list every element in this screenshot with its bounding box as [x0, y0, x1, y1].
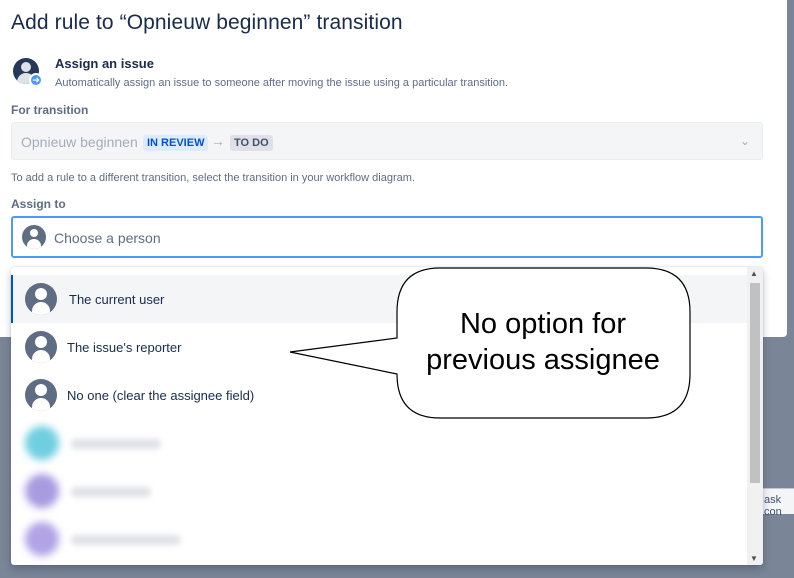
option-blurred-user[interactable]	[11, 515, 747, 563]
transition-name: Opnieuw beginnen	[21, 134, 138, 150]
blurred-user-name	[71, 535, 181, 545]
user-avatar	[25, 522, 59, 556]
assign-to-picker[interactable]: Choose a person	[11, 216, 763, 258]
arrow-badge-icon: ➜	[29, 73, 43, 87]
callout-line-1: No option for	[459, 308, 627, 340]
rule-name: Assign an issue	[55, 56, 154, 71]
person-avatar-icon	[25, 283, 57, 315]
callout-line-2: previous assignee	[426, 344, 660, 376]
assign-to-label: Assign to	[11, 197, 66, 211]
assign-to-placeholder: Choose a person	[54, 230, 161, 246]
from-status-lozenge: IN REVIEW	[143, 135, 209, 151]
helper-text: To add a rule to a different transition,…	[11, 172, 415, 184]
scrollbar-thumb[interactable]	[750, 283, 760, 483]
person-avatar-icon	[25, 379, 57, 411]
person-avatar-icon	[25, 331, 57, 363]
dropdown-scrollbar[interactable]: ▲ ▼	[747, 267, 763, 565]
for-transition-label: For transition	[11, 103, 89, 117]
scroll-down-arrow-icon[interactable]: ▼	[750, 554, 758, 563]
option-label: The issue's reporter	[67, 340, 182, 355]
to-status-lozenge: TO DO	[230, 135, 273, 151]
option-label: No one (clear the assignee field)	[67, 388, 255, 403]
transition-select[interactable]: Opnieuw beginnen IN REVIEW → TO DO ⌄	[11, 122, 763, 160]
person-avatar-icon	[22, 225, 46, 249]
option-label: The current user	[69, 292, 165, 307]
user-avatar	[25, 426, 59, 460]
option-blurred-user[interactable]	[11, 419, 747, 467]
modal-title: Add rule to “Opnieuw beginnen” transitio…	[11, 11, 403, 34]
background-page-text: ask con	[764, 494, 782, 518]
callout-text: No option for previous assignee	[398, 306, 688, 378]
option-no-one[interactable]: No one (clear the assignee field)	[11, 371, 747, 419]
arrow-right-icon: →	[211, 133, 225, 149]
scroll-up-arrow-icon[interactable]: ▲	[750, 269, 758, 278]
user-avatar	[25, 474, 59, 508]
chevron-down-icon: ⌄	[739, 134, 750, 148]
option-blurred-user[interactable]	[11, 467, 747, 515]
rule-description: Automatically assign an issue to someone…	[55, 77, 509, 89]
blurred-user-name	[71, 487, 151, 497]
blurred-user-name	[71, 439, 161, 449]
